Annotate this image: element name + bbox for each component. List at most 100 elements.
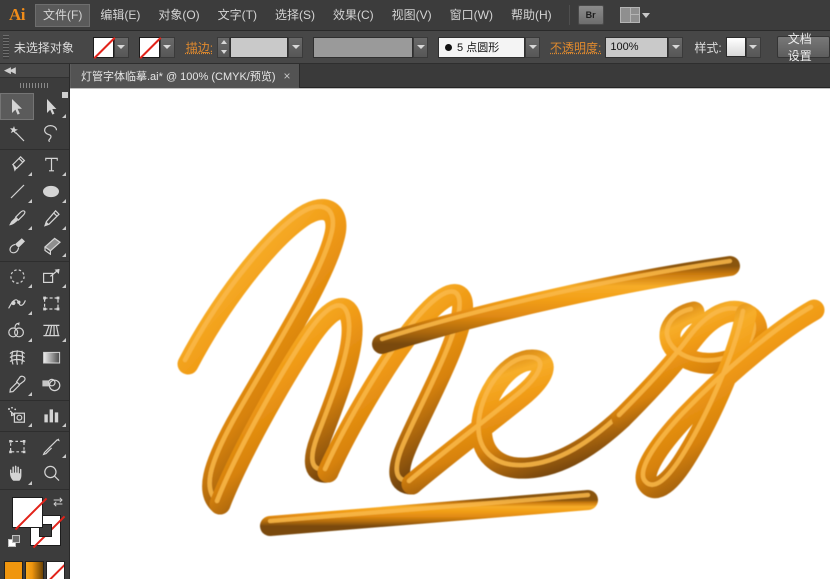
none-mode-button[interactable] <box>46 561 65 579</box>
fill-swatch-dropdown[interactable] <box>114 37 129 58</box>
fill-indicator[interactable] <box>12 497 43 528</box>
menu-item-effect[interactable]: 效果(C) <box>325 4 382 27</box>
stroke-profile-dropdown[interactable] <box>413 37 428 58</box>
tool-flyout-indicator[interactable] <box>62 423 66 427</box>
line-segment-tool[interactable] <box>0 178 34 205</box>
mesh-tool[interactable] <box>0 344 34 371</box>
blob-brush-tool[interactable] <box>0 232 34 259</box>
stroke-swatch[interactable] <box>139 37 160 58</box>
brush-definition-value[interactable]: 5 点圆形 <box>438 37 525 58</box>
zoom-tool[interactable] <box>34 460 68 487</box>
magic-wand-tool[interactable] <box>0 120 34 147</box>
stroke-weight-dropdown[interactable] <box>288 37 303 58</box>
tool-flyout-indicator[interactable] <box>62 114 66 118</box>
menu-item-type[interactable]: 文字(T) <box>210 4 265 27</box>
graphic-style-control[interactable] <box>726 37 761 58</box>
tool-flyout-indicator[interactable] <box>28 226 32 230</box>
document-setup-button[interactable]: 文档设置 <box>777 36 830 58</box>
eraser-tool[interactable] <box>34 232 68 259</box>
tool-flyout-indicator[interactable] <box>62 338 66 342</box>
swap-fill-stroke-icon[interactable]: ⇄ <box>53 495 63 509</box>
tool-flyout-indicator[interactable] <box>28 172 32 176</box>
tool-flyout-indicator[interactable] <box>28 423 32 427</box>
close-icon[interactable]: × <box>284 70 291 82</box>
control-bar: 未选择对象 描边: <box>0 31 830 64</box>
tool-flyout-indicator[interactable] <box>62 253 66 257</box>
gradient-tool[interactable] <box>34 344 68 371</box>
control-bar-grip[interactable] <box>3 35 9 59</box>
ellipse-tool[interactable] <box>34 178 68 205</box>
stroke-weight-input[interactable] <box>230 37 288 58</box>
gradient-mode-button[interactable] <box>25 561 44 579</box>
brush-definition-dropdown[interactable] <box>525 37 540 58</box>
opacity-control[interactable]: 100% <box>605 37 683 58</box>
bridge-button[interactable]: Br <box>578 5 604 25</box>
tool-flyout-indicator[interactable] <box>62 284 66 288</box>
tool-flyout-indicator[interactable] <box>28 284 32 288</box>
stepper-up-icon[interactable] <box>221 40 227 44</box>
tool-flyout-indicator[interactable] <box>62 172 66 176</box>
column-graph-tool[interactable] <box>34 402 68 429</box>
tool-flyout-indicator[interactable] <box>28 338 32 342</box>
stroke-weight-control[interactable] <box>217 37 303 58</box>
menu-item-file[interactable]: 文件(F) <box>35 4 90 27</box>
opacity-dropdown[interactable] <box>668 37 683 58</box>
slice-tool[interactable] <box>34 433 68 460</box>
rotate-tool[interactable] <box>0 263 34 290</box>
tool-flyout-indicator[interactable] <box>62 199 66 203</box>
pencil-tool[interactable] <box>34 205 68 232</box>
scale-tool[interactable] <box>34 263 68 290</box>
perspective-grid-tool[interactable] <box>34 317 68 344</box>
document-canvas[interactable] <box>70 88 830 579</box>
stroke-weight-stepper[interactable] <box>217 37 230 58</box>
symbol-sprayer-tool[interactable] <box>0 402 34 429</box>
menu-item-view[interactable]: 视图(V) <box>384 4 440 27</box>
hand-tool[interactable] <box>0 460 34 487</box>
type-tool[interactable] <box>34 151 68 178</box>
graphic-style-dropdown[interactable] <box>746 37 761 58</box>
workspace-switcher[interactable] <box>620 7 650 23</box>
free-transform-tool[interactable] <box>34 290 68 317</box>
opacity-label[interactable]: 不透明度: <box>550 39 601 56</box>
paintbrush-tool[interactable] <box>0 205 34 232</box>
tools-panel-header[interactable]: ◀◀ <box>0 64 69 78</box>
shape-builder-tool[interactable] <box>0 317 34 344</box>
stepper-down-icon[interactable] <box>221 50 227 54</box>
color-mode-button[interactable] <box>4 561 23 579</box>
stroke-swatch-dropdown[interactable] <box>160 37 175 58</box>
menu-item-edit[interactable]: 编辑(E) <box>92 4 148 27</box>
menu-item-object[interactable]: 对象(O) <box>150 4 207 27</box>
pen-tool[interactable] <box>0 151 34 178</box>
tool-flyout-indicator[interactable] <box>28 481 32 485</box>
selection-tool[interactable] <box>0 93 34 120</box>
default-fill-stroke-icon[interactable] <box>8 535 22 549</box>
eyedropper-tool[interactable] <box>0 371 34 398</box>
fill-swatch[interactable] <box>93 37 114 58</box>
opacity-input[interactable]: 100% <box>605 37 668 58</box>
artwork-inter-lettering[interactable] <box>70 88 830 579</box>
stroke-profile-input[interactable] <box>313 37 413 58</box>
tool-flyout-indicator[interactable] <box>28 392 32 396</box>
brush-definition-control[interactable]: 5 点圆形 <box>438 37 540 58</box>
stroke-color-control[interactable] <box>139 37 175 58</box>
blend-tool[interactable] <box>34 371 68 398</box>
document-tab[interactable]: 灯管字体临摹.ai* @ 100% (CMYK/预览) × <box>70 64 300 88</box>
menu-item-help[interactable]: 帮助(H) <box>503 4 560 27</box>
menu-item-select[interactable]: 选择(S) <box>267 4 323 27</box>
tool-flyout-indicator[interactable] <box>28 311 32 315</box>
width-tool[interactable] <box>0 290 34 317</box>
tool-flyout-indicator[interactable] <box>28 199 32 203</box>
tool-flyout-indicator[interactable] <box>62 454 66 458</box>
artboard-tool[interactable] <box>0 433 34 460</box>
stroke-profile-control[interactable] <box>313 37 428 58</box>
double-chevron-left-icon[interactable]: ◀◀ <box>4 66 14 75</box>
fill-color-control[interactable] <box>93 37 129 58</box>
stroke-weight-label[interactable]: 描边: <box>186 39 213 56</box>
style-label: 样式: <box>694 39 721 56</box>
tool-flyout-indicator[interactable] <box>62 226 66 230</box>
lasso-tool[interactable] <box>34 120 68 147</box>
graphic-style-swatch[interactable] <box>726 37 746 57</box>
workspace-grid-icon <box>620 7 640 23</box>
menu-item-window[interactable]: 窗口(W) <box>442 4 501 27</box>
tools-panel-grip[interactable] <box>0 78 69 92</box>
